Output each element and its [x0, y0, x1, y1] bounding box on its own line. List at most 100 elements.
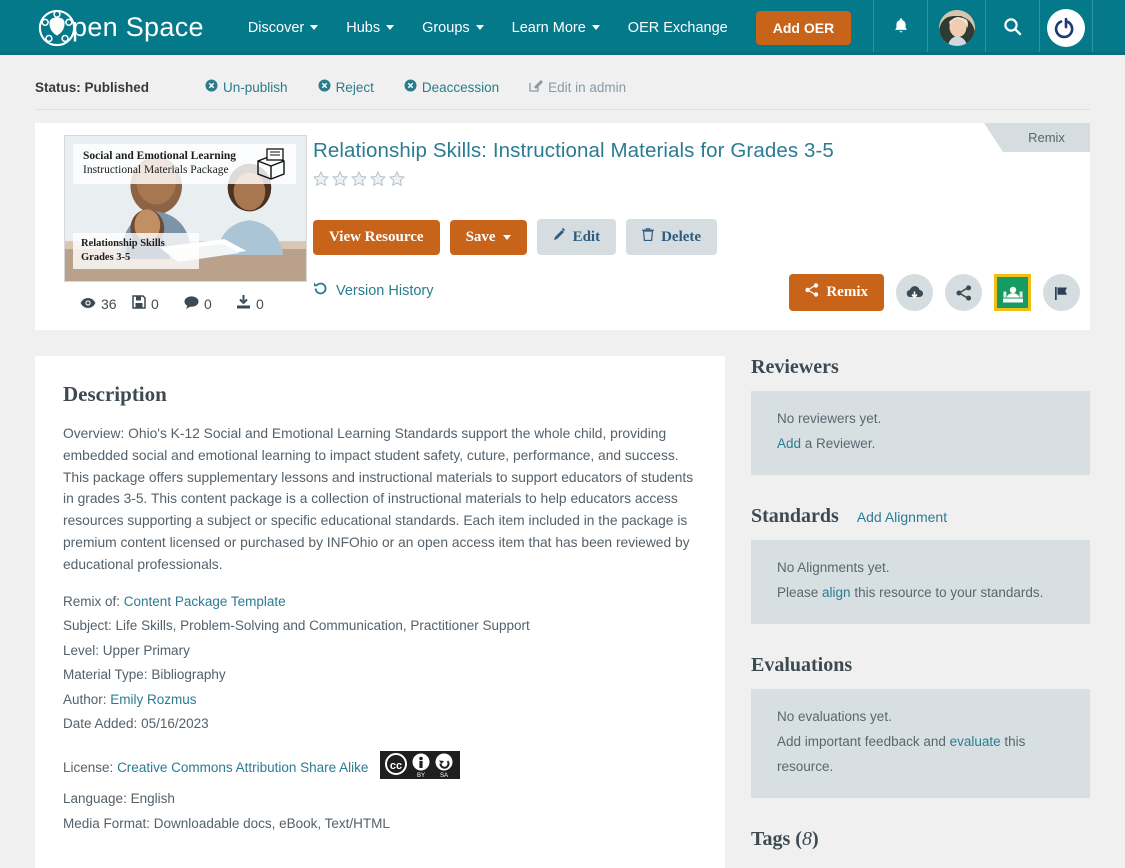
status-bar: Status: Published Un-publish Reject Deac… [35, 55, 1090, 110]
meta-level: Level: Upper Primary [63, 641, 697, 662]
delete-button[interactable]: Delete [626, 219, 718, 255]
download-icon [236, 295, 251, 312]
chevron-down-icon [502, 234, 511, 240]
eye-icon [80, 296, 96, 312]
meta-label: Language: [63, 791, 127, 807]
action-label: Reject [335, 79, 374, 95]
standards-empty-text: No Alignments yet. [777, 559, 890, 575]
meta-value: 05/16/2023 [141, 716, 209, 732]
reviewers-panel: No reviewers yet. Add a Reviewer. [751, 391, 1090, 475]
remix-of-link[interactable]: Content Package Template [124, 594, 286, 609]
brand-name: pen Space [72, 12, 204, 42]
chevron-down-icon [386, 25, 395, 30]
avatar [938, 9, 975, 46]
brand-logo-link[interactable]: pen Space [38, 9, 204, 47]
evaluate-link[interactable]: evaluate [950, 734, 1001, 749]
nav-item-groups[interactable]: Groups [408, 20, 498, 36]
star-icon[interactable] [388, 170, 406, 190]
align-link[interactable]: align [822, 585, 851, 600]
star-icon[interactable] [331, 170, 349, 190]
stat-value: 0 [204, 295, 212, 312]
thumbnail-foot-1: Relationship Skills [81, 237, 165, 249]
pencil-icon [553, 227, 566, 246]
secondary-action-icons: Remix [789, 274, 1080, 311]
edit-button[interactable]: Edit [536, 219, 617, 255]
edit-label: Edit [572, 228, 601, 245]
share-icon[interactable] [945, 274, 982, 311]
resource-summary-card: Remix Social and Emotional Learning Inst… [35, 123, 1090, 330]
tags-heading: Tags (8) [751, 828, 1090, 851]
remix-button[interactable]: Remix [789, 274, 884, 311]
version-history-link[interactable]: Version History [313, 281, 434, 300]
meta-value: Life Skills, Problem-Solving and Communi… [115, 618, 530, 634]
add-reviewer-link[interactable]: Add [777, 436, 801, 451]
edit-in-admin-action[interactable]: Edit in admin [529, 79, 626, 95]
add-reviewer-rest: a Reviewer. [801, 435, 876, 451]
reject-action[interactable]: Reject [318, 79, 374, 95]
meta-date-added: Date Added: 05/16/2023 [63, 714, 697, 735]
google-classroom-icon[interactable] [994, 274, 1031, 311]
meta-label: Remix of: [63, 593, 121, 609]
view-resource-button[interactable]: View Resource [313, 219, 440, 255]
version-history-label: Version History [336, 282, 434, 299]
nav-item-hubs[interactable]: Hubs [332, 20, 408, 36]
meta-label: Material Type: [63, 667, 148, 683]
meta-license: License: Creative Commons Attribution Sh… [63, 750, 697, 786]
meta-value: English [130, 791, 175, 807]
pencil-square-icon [529, 79, 544, 95]
thumbnail-column: Social and Emotional Learning Instructio… [35, 123, 307, 330]
meta-label: Subject: [63, 618, 112, 634]
resource-action-buttons: View Resource Save Edit Delete [313, 219, 1090, 255]
delete-label: Delete [661, 228, 702, 245]
standards-heading-label: Standards [751, 504, 839, 527]
status-label: Status: Published [35, 79, 150, 95]
add-oer-button[interactable]: Add OER [755, 10, 852, 45]
align-prefix: Please [777, 584, 823, 600]
star-icon[interactable] [312, 170, 330, 190]
header-icon-group [873, 0, 1094, 55]
star-rating[interactable] [312, 170, 1090, 190]
page-title[interactable]: Relationship Skills: Instructional Mater… [313, 139, 1090, 163]
description-card: Description Overview: Ohio's K-12 Social… [35, 356, 725, 868]
nav-item-oer-exchange[interactable]: OER Exchange [614, 20, 742, 36]
meta-value: Downloadable docs, eBook, Text/HTML [153, 815, 390, 831]
license-link[interactable]: Creative Commons Attribution Share Alike [117, 760, 368, 775]
align-suffix: this resource to your standards. [850, 584, 1044, 600]
tags-heading-close: ) [811, 827, 819, 850]
reviewers-heading-label: Reviewers [751, 356, 839, 378]
unpublish-action[interactable]: Un-publish [205, 79, 288, 95]
chevron-down-icon [591, 25, 600, 30]
nav-label: Learn More [511, 19, 586, 36]
stat-downloads: 0 [236, 295, 288, 312]
search-button[interactable] [985, 0, 1039, 55]
stat-value: 0 [256, 295, 264, 312]
resource-metadata: Remix of: Content Package Template Subje… [63, 592, 697, 835]
logout-button[interactable] [1039, 0, 1094, 55]
tags-heading-label: Tags ( [751, 827, 802, 850]
meta-label: Media Format: [63, 815, 151, 831]
action-label: Un-publish [223, 79, 288, 95]
meta-subject: Subject: Life Skills, Problem-Solving an… [63, 616, 697, 637]
cc-by-sa-badge-icon[interactable]: cc BY SA [380, 750, 461, 786]
resource-thumbnail[interactable]: Social and Emotional Learning Instructio… [64, 135, 307, 282]
notifications-button[interactable] [873, 0, 927, 55]
evaluations-panel: No evaluations yet. Add important feedba… [751, 688, 1090, 798]
add-alignment-link[interactable]: Add Alignment [857, 509, 947, 525]
star-icon[interactable] [369, 170, 387, 190]
author-link[interactable]: Emily Rozmus [110, 692, 196, 707]
meta-language: Language: English [63, 789, 697, 810]
nav-item-learn-more[interactable]: Learn More [498, 20, 614, 36]
user-avatar-button[interactable] [927, 0, 985, 55]
meta-material-type: Material Type: Bibliography [63, 665, 697, 686]
action-label: Deaccession [421, 79, 500, 95]
flag-icon[interactable] [1043, 274, 1080, 311]
times-circle-icon [205, 79, 218, 95]
cloud-download-icon[interactable] [896, 274, 933, 311]
trash-icon [642, 228, 655, 246]
meta-value: Bibliography [151, 667, 226, 683]
save-dropdown-button[interactable]: Save [449, 219, 527, 255]
nav-item-discover[interactable]: Discover [234, 20, 332, 36]
reviewers-section: Reviewers No reviewers yet. Add a Review… [751, 356, 1090, 475]
star-icon[interactable] [350, 170, 368, 190]
deaccession-action[interactable]: Deaccession [404, 79, 499, 95]
